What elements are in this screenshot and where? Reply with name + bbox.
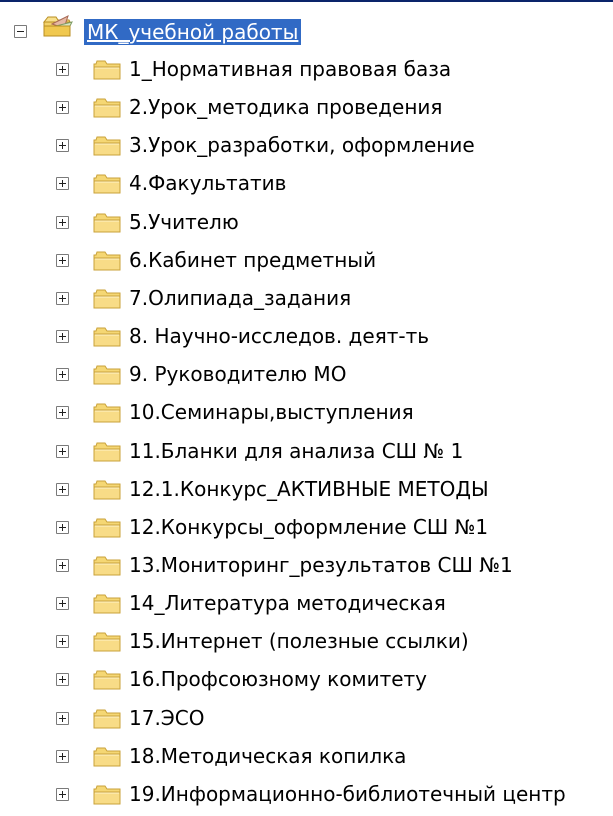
tree-folder-label[interactable]: 7.Олипиада_задания — [129, 285, 351, 311]
tree-root-node[interactable]: МК_учебной работы — [0, 13, 613, 51]
tree-folder-item-12[interactable]: 12.1.Конкурс_АКТИВНЫЕ МЕТОДЫ — [0, 471, 613, 509]
expand-toggle-icon[interactable] — [56, 292, 69, 305]
folder-icon — [93, 747, 121, 767]
expand-toggle-icon[interactable] — [56, 177, 69, 190]
tree-folder-label[interactable]: 1_Нормативная правовая база — [129, 56, 451, 82]
folder-icon — [93, 518, 121, 538]
tree-folder-label[interactable]: 18.Методическая копилка — [129, 743, 406, 769]
expand-toggle-icon[interactable] — [56, 597, 69, 610]
tree-folder-item-2[interactable]: 2.Урок_методика проведения — [0, 89, 613, 127]
expand-toggle-icon[interactable] — [56, 101, 69, 114]
tree-folder-item-18[interactable]: 17.ЭСО — [0, 700, 613, 738]
favorites-folder-icon — [42, 15, 73, 37]
tree-folder-item-1[interactable]: 1_Нормативная правовая база — [0, 51, 613, 89]
folder-icon — [93, 289, 121, 309]
tree-folder-item-5[interactable]: 5.Учителю — [0, 204, 613, 242]
tree-folder-item-19[interactable]: 18.Методическая копилка — [0, 738, 613, 776]
expand-toggle-icon[interactable] — [56, 330, 69, 343]
tree-folder-item-14[interactable]: 13.Мониторинг_результатов СШ №1 — [0, 547, 613, 585]
expand-toggle-icon[interactable] — [56, 559, 69, 572]
tree-folder-item-4[interactable]: 4.Факультатив — [0, 165, 613, 203]
tree-folder-label[interactable]: 15.Интернет (полезные ссылки) — [129, 628, 469, 654]
tree-folder-label[interactable]: 19.Информационно-библиотечный центр — [129, 781, 566, 807]
expand-toggle-icon[interactable] — [56, 750, 69, 763]
expand-toggle-icon[interactable] — [56, 635, 69, 648]
tree-folder-item-17[interactable]: 16.Профсоюзному комитету — [0, 661, 613, 699]
tree-folder-label[interactable]: 11.Бланки для анализа СШ № 1 — [129, 438, 463, 464]
folder-icon — [93, 556, 121, 576]
tree-folder-label[interactable]: 4.Факультатив — [129, 170, 286, 196]
tree-folder-label[interactable]: 5.Учителю — [129, 209, 239, 235]
folder-icon — [93, 136, 121, 156]
tree-folder-item-8[interactable]: 8. Научно-исследов. деят-ть — [0, 318, 613, 356]
tree-folder-item-11[interactable]: 11.Бланки для анализа СШ № 1 — [0, 433, 613, 471]
folder-icon — [93, 213, 121, 233]
tree-folder-label[interactable]: 3.Урок_разработки, оформление — [129, 132, 475, 158]
tree-folder-label[interactable]: 13.Мониторинг_результатов СШ №1 — [129, 552, 513, 578]
folder-icon — [93, 442, 121, 462]
tree-folder-label[interactable]: 12.Конкурсы_оформление СШ №1 — [129, 514, 488, 540]
tree-folder-item-7[interactable]: 7.Олипиада_задания — [0, 280, 613, 318]
expand-toggle-icon[interactable] — [56, 216, 69, 229]
collapse-toggle-icon[interactable] — [14, 25, 27, 38]
tree-folder-label[interactable]: 12.1.Конкурс_АКТИВНЫЕ МЕТОДЫ — [129, 476, 489, 502]
folder-icon — [93, 403, 121, 423]
tree-folder-label[interactable]: 9. Руководителю МО — [129, 361, 346, 387]
tree-root-label[interactable]: МК_учебной работы — [84, 19, 302, 45]
tree-folder-item-10[interactable]: 10.Семинары,выступления — [0, 394, 613, 432]
tree-folder-label[interactable]: 16.Профсоюзному комитету — [129, 666, 427, 692]
expand-toggle-icon[interactable] — [56, 139, 69, 152]
tree-folder-label[interactable]: 10.Семинары,выступления — [129, 399, 414, 425]
folder-icon — [93, 785, 121, 805]
expand-toggle-icon[interactable] — [56, 673, 69, 686]
tree-folder-item-20[interactable]: 19.Информационно-библиотечный центр — [0, 776, 613, 814]
tree-folder-item-15[interactable]: 14_Литература методическая — [0, 585, 613, 623]
expand-toggle-icon[interactable] — [56, 521, 69, 534]
folder-icon — [93, 251, 121, 271]
folder-icon — [93, 60, 121, 80]
folder-icon — [93, 365, 121, 385]
folder-icon — [93, 327, 121, 347]
expand-toggle-icon[interactable] — [56, 712, 69, 725]
expand-toggle-icon[interactable] — [56, 483, 69, 496]
tree-folder-item-13[interactable]: 12.Конкурсы_оформление СШ №1 — [0, 509, 613, 547]
expand-toggle-icon[interactable] — [56, 63, 69, 76]
folder-icon — [93, 174, 121, 194]
folder-icon — [93, 98, 121, 118]
expand-toggle-icon[interactable] — [56, 406, 69, 419]
folder-icon — [93, 709, 121, 729]
folder-icon — [93, 594, 121, 614]
expand-toggle-icon[interactable] — [56, 788, 69, 801]
expand-toggle-icon[interactable] — [56, 445, 69, 458]
tree-folder-label[interactable]: 17.ЭСО — [129, 705, 204, 731]
tree-folder-label[interactable]: 2.Урок_методика проведения — [129, 94, 442, 120]
tree-folder-item-3[interactable]: 3.Урок_разработки, оформление — [0, 127, 613, 165]
expand-toggle-icon[interactable] — [56, 368, 69, 381]
folder-icon — [93, 632, 121, 652]
tree-folder-label[interactable]: 14_Литература методическая — [129, 590, 446, 616]
tree-folder-label[interactable]: 6.Кабинет предметный — [129, 247, 376, 273]
window-top-border — [0, 0, 613, 2]
tree-folder-item-6[interactable]: 6.Кабинет предметный — [0, 242, 613, 280]
expand-toggle-icon[interactable] — [56, 254, 69, 267]
tree-folder-item-9[interactable]: 9. Руководителю МО — [0, 356, 613, 394]
tree-folder-item-16[interactable]: 15.Интернет (полезные ссылки) — [0, 623, 613, 661]
folder-icon — [93, 480, 121, 500]
folder-icon — [93, 670, 121, 690]
tree-folder-label[interactable]: 8. Научно-исследов. деят-ть — [129, 323, 429, 349]
